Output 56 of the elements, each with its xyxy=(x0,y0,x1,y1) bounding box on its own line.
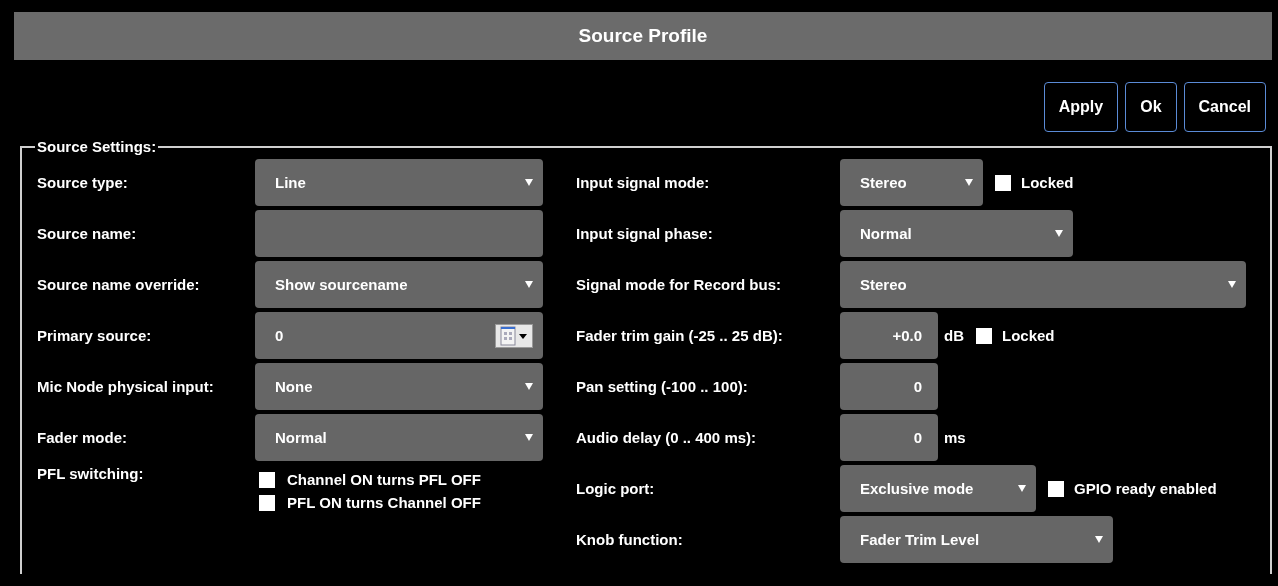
unit-label: dB xyxy=(944,327,964,344)
field-label: Pan setting (-100 .. 100): xyxy=(576,378,749,395)
caret-icon xyxy=(525,281,533,288)
dialog-button[interactable]: Cancel xyxy=(1183,82,1266,132)
window-title: Source Profile xyxy=(578,25,708,47)
dropdown[interactable]: None xyxy=(255,363,543,410)
caret-icon xyxy=(1018,485,1026,492)
field-label: Mic Node physical input: xyxy=(37,378,215,395)
checkbox-label: Locked xyxy=(1021,174,1074,191)
field-label: Logic port: xyxy=(576,480,656,497)
dropdown[interactable]: Fader Trim Level xyxy=(840,516,1113,563)
checkbox[interactable] xyxy=(259,471,275,488)
dropdown[interactable]: Normal xyxy=(255,414,543,461)
caret-icon xyxy=(525,179,533,186)
caret-icon xyxy=(1095,536,1103,543)
caret-icon xyxy=(525,434,533,441)
checkbox-label: PFL ON turns Channel OFF xyxy=(287,494,481,511)
field-label: Source type: xyxy=(37,174,129,191)
field-label: PFL switching: xyxy=(37,465,145,482)
field-label: Audio delay (0 .. 400 ms): xyxy=(576,429,758,446)
dropdown[interactable]: Exclusive mode xyxy=(840,465,1036,512)
dropdown[interactable]: Normal xyxy=(840,210,1073,257)
input-field[interactable]: 0 xyxy=(840,414,938,461)
field-label: Signal mode for Record bus: xyxy=(576,276,783,293)
input-field[interactable]: +0.0 xyxy=(840,312,938,359)
group-legend: Source Settings: xyxy=(35,138,159,155)
checkbox-label: Channel ON turns PFL OFF xyxy=(287,471,481,488)
unit-label: ms xyxy=(944,429,966,446)
checkbox[interactable] xyxy=(995,174,1011,191)
caret-icon xyxy=(965,179,973,186)
field-label: Input signal mode: xyxy=(576,174,711,191)
field-label: Primary source: xyxy=(37,327,153,344)
input-field[interactable]: 0 xyxy=(255,312,543,359)
dropdown[interactable]: Stereo xyxy=(840,261,1246,308)
caret-icon xyxy=(525,383,533,390)
dropdown[interactable]: Stereo xyxy=(840,159,983,206)
field-label: Source name override: xyxy=(37,276,201,293)
dropdown[interactable]: Show sourcename xyxy=(255,261,543,308)
field-label: Knob function: xyxy=(576,531,684,548)
checkbox[interactable] xyxy=(976,327,992,344)
dropdown[interactable]: Line xyxy=(255,159,543,206)
dialog-button[interactable]: Ok xyxy=(1125,82,1177,132)
input-field[interactable] xyxy=(255,210,543,257)
checkbox-label: GPIO ready enabled xyxy=(1074,480,1217,497)
checkbox[interactable] xyxy=(259,494,275,511)
field-label: Fader trim gain (-25 .. 25 dB): xyxy=(576,327,784,344)
caret-icon xyxy=(1055,230,1063,237)
calculator-icon[interactable] xyxy=(495,323,533,348)
dialog-button[interactable]: Apply xyxy=(1043,82,1119,132)
field-label: Input signal phase: xyxy=(576,225,714,242)
field-label: Source name: xyxy=(37,225,138,242)
field-label: Fader mode: xyxy=(37,429,128,446)
caret-icon xyxy=(1228,281,1236,288)
checkbox[interactable] xyxy=(1048,480,1064,497)
checkbox-label: Locked xyxy=(1002,327,1055,344)
input-field[interactable]: 0 xyxy=(840,363,938,410)
